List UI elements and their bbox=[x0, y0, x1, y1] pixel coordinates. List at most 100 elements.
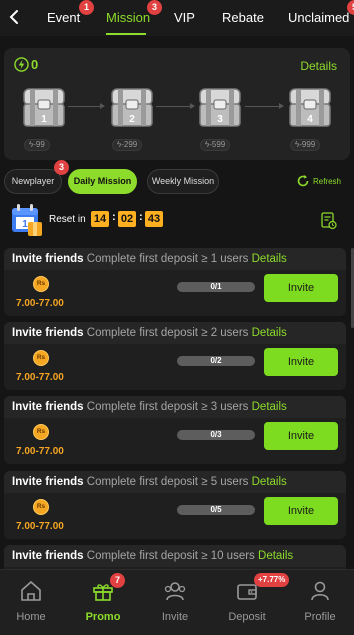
treasure-chest-icon[interactable]: 2 bbox=[108, 85, 156, 129]
task-title: Invite friends bbox=[12, 550, 84, 562]
promo-badge: 7 bbox=[110, 573, 125, 588]
refresh-icon bbox=[297, 175, 309, 187]
nav-deposit-label: Deposit bbox=[228, 611, 266, 623]
subtab-newplayer[interactable]: Newplayer bbox=[4, 169, 62, 194]
lightning-icon bbox=[14, 57, 29, 72]
timer-colon: : bbox=[112, 211, 116, 223]
task-progress-bar: 0/5 bbox=[177, 505, 255, 515]
nav-home[interactable]: Home bbox=[0, 570, 66, 635]
rupee-coin-icon: Rs bbox=[33, 499, 49, 515]
bottom-navigation: Home Promo 7 Invite Deposit +7.77% Profi… bbox=[0, 569, 354, 635]
invite-icon bbox=[164, 582, 186, 601]
nav-invite-label: Invite bbox=[161, 611, 189, 623]
home-icon bbox=[21, 581, 41, 601]
invite-button[interactable]: Invite bbox=[264, 348, 338, 376]
chest-number: 2 bbox=[129, 114, 135, 125]
task-details-link[interactable]: Details bbox=[258, 550, 293, 562]
chest-price-value: -299 bbox=[121, 140, 138, 149]
task-description: Complete first deposit ≥ 5 users bbox=[86, 476, 249, 488]
energy-count-value: 0 bbox=[31, 57, 39, 72]
task-card: Invite friends Complete first deposit ≥ … bbox=[4, 471, 346, 539]
treasure-chest-icon[interactable]: 1 bbox=[20, 85, 68, 129]
refresh-label: Refresh bbox=[312, 176, 341, 186]
task-description: Complete first deposit ≥ 2 users bbox=[86, 327, 249, 339]
subtab-weekly-mission[interactable]: Weekly Mission bbox=[147, 169, 219, 194]
task-details-link[interactable]: Details bbox=[252, 327, 287, 339]
back-arrow-icon[interactable] bbox=[4, 6, 26, 28]
refresh-button[interactable]: Refresh bbox=[296, 174, 341, 188]
nav-home-label: Home bbox=[16, 611, 46, 623]
energy-count: 0 bbox=[14, 57, 38, 72]
task-header: Invite friends Complete first deposit ≥ … bbox=[4, 471, 346, 493]
chest-price-value: -599 bbox=[209, 140, 226, 149]
tab-unclaimed[interactable]: Unclaimed bbox=[288, 10, 349, 25]
mission-badge: 3 bbox=[147, 0, 162, 15]
chest-price: ϟ-599 bbox=[200, 139, 231, 151]
chest-arrow bbox=[68, 103, 105, 109]
top-tab-bar: Event 1 Mission 3 VIP Rebate Unclaimed 5 bbox=[0, 0, 354, 36]
chest-arrow bbox=[156, 103, 195, 109]
task-details-link[interactable]: Details bbox=[252, 401, 287, 413]
invite-button[interactable]: Invite bbox=[264, 422, 338, 450]
timer-colon: : bbox=[139, 211, 143, 223]
chest-number: 3 bbox=[217, 114, 223, 125]
nav-invite[interactable]: Invite bbox=[140, 570, 210, 635]
task-progress-bar: 0/2 bbox=[177, 356, 255, 366]
task-body: Rs 7.00-77.00 0/2 Invite bbox=[4, 344, 346, 390]
tab-vip[interactable]: VIP bbox=[174, 10, 195, 25]
tab-event[interactable]: Event bbox=[47, 10, 80, 25]
calendar-icon: 1 bbox=[12, 204, 42, 236]
tab-mission[interactable]: Mission bbox=[106, 10, 150, 25]
chest-arrow bbox=[245, 103, 284, 109]
task-description: Complete first deposit ≥ 1 users bbox=[86, 253, 249, 265]
profile-icon bbox=[311, 581, 329, 601]
task-header: Invite friends Complete first deposit ≥ … bbox=[4, 396, 346, 418]
chest-price-value: -99 bbox=[33, 140, 45, 149]
task-card: Invite friends Complete first deposit ≥ … bbox=[4, 248, 346, 316]
task-card: Invite friends Complete first deposit ≥ … bbox=[4, 396, 346, 464]
nav-profile[interactable]: Profile bbox=[285, 570, 354, 635]
tab-rebate[interactable]: Rebate bbox=[222, 10, 264, 25]
task-details-link[interactable]: Details bbox=[252, 253, 287, 265]
task-progress-bar: 0/1 bbox=[177, 282, 255, 292]
task-body: Rs 7.00-77.00 0/1 Invite bbox=[4, 270, 346, 316]
task-header: Invite friends Complete first deposit ≥ … bbox=[4, 545, 346, 567]
active-tab-indicator bbox=[106, 33, 146, 35]
chest-number: 1 bbox=[41, 114, 47, 125]
invite-button[interactable]: Invite bbox=[264, 497, 338, 525]
invite-button[interactable]: Invite bbox=[264, 274, 338, 302]
task-progress-text: 0/3 bbox=[210, 430, 222, 439]
nav-promo[interactable]: Promo 7 bbox=[68, 570, 138, 635]
task-reward: 7.00-77.00 bbox=[16, 446, 64, 457]
task-details-link[interactable]: Details bbox=[252, 476, 287, 488]
task-progress-bar: 0/3 bbox=[177, 430, 255, 440]
timer-minutes: 02 bbox=[118, 211, 136, 227]
nav-deposit[interactable]: Deposit +7.77% bbox=[212, 570, 290, 635]
treasure-chest-icon[interactable]: 3 bbox=[196, 85, 244, 129]
chest-price: ϟ-299 bbox=[112, 139, 143, 151]
task-title: Invite friends bbox=[12, 476, 84, 488]
task-progress-text: 0/5 bbox=[210, 505, 222, 514]
chest-price: ϟ-99 bbox=[24, 139, 50, 151]
chest-progress-card: 0 Details 1 ϟ-99 2 ϟ-299 3 ϟ-599 4 ϟ-999 bbox=[4, 48, 350, 160]
chest-price-value: -999 bbox=[299, 140, 316, 149]
nav-profile-label: Profile bbox=[304, 611, 336, 623]
reset-label: Reset in bbox=[49, 214, 86, 225]
chest-details-link[interactable]: Details bbox=[300, 59, 337, 73]
task-reward: 7.00-77.00 bbox=[16, 521, 64, 532]
timer-seconds: 43 bbox=[145, 211, 163, 227]
task-reward: 7.00-77.00 bbox=[16, 372, 64, 383]
rupee-coin-icon: Rs bbox=[33, 424, 49, 440]
newplayer-badge: 3 bbox=[54, 160, 69, 175]
rupee-coin-icon: Rs bbox=[33, 350, 49, 366]
chest-price: ϟ-999 bbox=[290, 139, 321, 151]
subtab-daily-mission[interactable]: Daily Mission bbox=[68, 169, 137, 194]
treasure-chest-icon[interactable]: 4 bbox=[286, 85, 334, 129]
task-title: Invite friends bbox=[12, 327, 84, 339]
task-header: Invite friends Complete first deposit ≥ … bbox=[4, 322, 346, 344]
task-card: Invite friends Complete first deposit ≥ … bbox=[4, 322, 346, 390]
history-record-icon[interactable] bbox=[321, 212, 337, 230]
mission-page: Event 1 Mission 3 VIP Rebate Unclaimed 5… bbox=[0, 0, 354, 635]
task-title: Invite friends bbox=[12, 401, 84, 413]
rupee-coin-icon: Rs bbox=[33, 276, 49, 292]
